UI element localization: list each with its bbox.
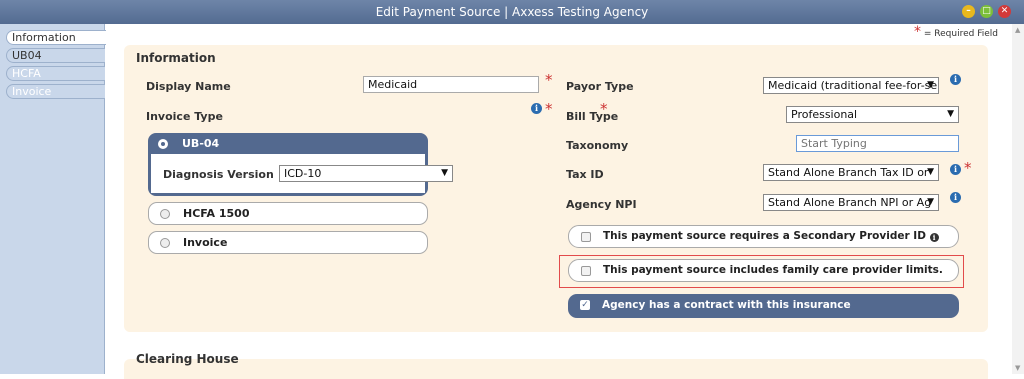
section-title-information: Information <box>136 51 216 65</box>
required-field-note: * = Required Field <box>914 24 998 40</box>
diagnosis-version-value: ICD-10 <box>284 167 322 180</box>
agency-contract-checkbox-row[interactable]: ✓ Agency has a contract with this insura… <box>568 294 959 318</box>
display-name-input[interactable]: Medicaid <box>363 76 539 93</box>
required-note-text: = Required Field <box>923 29 998 39</box>
agency-npi-value: Stand Alone Branch NPI or Ag <box>768 196 932 209</box>
tax-id-select[interactable]: Stand Alone Branch Tax ID or ▼ <box>763 164 939 181</box>
info-icon[interactable]: i <box>950 74 961 85</box>
taxonomy-label: Taxonomy <box>566 139 629 152</box>
sidebar: Information UB04 HCFA Invoice <box>0 24 106 374</box>
secondary-provider-label: This payment source requires a Secondary… <box>603 230 939 242</box>
dropdown-arrow-icon: ▼ <box>927 167 934 177</box>
checkbox-checked-icon[interactable]: ✓ <box>580 300 590 310</box>
dropdown-arrow-icon: ▼ <box>927 197 934 207</box>
ub04-label: UB-04 <box>182 137 220 150</box>
taxonomy-input[interactable] <box>796 135 959 152</box>
invoice-type-label: Invoice Type <box>146 110 223 123</box>
section-title-clearing-house: Clearing House <box>136 352 239 366</box>
scroll-up-icon[interactable]: ▲ <box>1015 26 1020 34</box>
dropdown-arrow-icon: ▼ <box>947 109 954 119</box>
invoice-label: Invoice <box>183 236 228 249</box>
bill-type-label: Bill Type <box>566 110 619 123</box>
radio-icon[interactable] <box>160 238 170 248</box>
window-titlebar: Edit Payment Source | Axxess Testing Age… <box>0 0 1024 24</box>
family-care-limits-checkbox-row[interactable]: This payment source includes family care… <box>568 259 959 282</box>
window-title: Edit Payment Source | Axxess Testing Age… <box>375 5 649 19</box>
invoice-type-hcfa-option[interactable]: HCFA 1500 <box>148 202 428 225</box>
scroll-down-icon[interactable]: ▼ <box>1015 364 1020 372</box>
tab-invoice[interactable]: Invoice <box>6 84 105 99</box>
info-icon[interactable]: i <box>950 164 961 175</box>
tab-ub04[interactable]: UB04 <box>6 48 105 63</box>
tab-hcfa[interactable]: HCFA <box>6 66 105 81</box>
radio-icon[interactable] <box>160 209 170 219</box>
payor-type-select[interactable]: Medicaid (traditional fee-for-se ▼ <box>763 77 939 94</box>
tab-information[interactable]: Information <box>6 30 106 45</box>
maximize-button[interactable]: □ <box>980 5 993 18</box>
ub04-settings: Diagnosis Version ICD-10 ▼ <box>151 154 453 193</box>
required-star: * <box>914 24 921 40</box>
bill-type-value: Professional <box>791 108 858 121</box>
agency-npi-select[interactable]: Stand Alone Branch NPI or Ag ▼ <box>763 194 939 211</box>
tax-id-value: Stand Alone Branch Tax ID or <box>768 166 929 179</box>
secondary-provider-checkbox-row[interactable]: This payment source requires a Secondary… <box>568 225 959 248</box>
bill-type-select[interactable]: Professional ▼ <box>786 106 959 123</box>
agency-npi-label: Agency NPI <box>566 198 637 211</box>
diagnosis-version-label: Diagnosis Version <box>163 168 274 181</box>
vertical-scrollbar[interactable]: ▲ ▼ <box>1012 24 1024 374</box>
dropdown-arrow-icon: ▼ <box>441 168 448 178</box>
info-icon[interactable]: i <box>929 233 939 242</box>
checkbox-icon[interactable] <box>581 266 591 276</box>
info-icon[interactable]: i <box>531 103 542 114</box>
clearing-house-panel <box>124 359 988 379</box>
payor-type-value: Medicaid (traditional fee-for-se <box>768 79 938 92</box>
display-name-label: Display Name <box>146 80 231 93</box>
dropdown-arrow-icon: ▼ <box>927 80 934 90</box>
minimize-button[interactable]: – <box>962 5 975 18</box>
agency-contract-label: Agency has a contract with this insuranc… <box>602 299 851 311</box>
close-button[interactable]: ✕ <box>998 5 1011 18</box>
payor-type-label: Payor Type <box>566 80 634 93</box>
family-care-limits-label: This payment source includes family care… <box>603 264 943 276</box>
checkbox-icon[interactable] <box>581 232 591 242</box>
required-star: * <box>964 159 972 177</box>
required-star: * <box>545 100 553 118</box>
tax-id-label: Tax ID <box>566 168 604 181</box>
info-icon[interactable]: i <box>950 192 961 203</box>
required-star: * <box>600 100 608 118</box>
diagnosis-version-select[interactable]: ICD-10 ▼ <box>279 165 453 182</box>
invoice-type-ub04-option[interactable]: UB-04 Diagnosis Version ICD-10 ▼ <box>148 133 453 196</box>
hcfa-label: HCFA 1500 <box>183 207 250 220</box>
radio-selected-icon[interactable] <box>158 139 168 149</box>
required-star: * <box>545 71 553 89</box>
invoice-type-invoice-option[interactable]: Invoice <box>148 231 428 254</box>
